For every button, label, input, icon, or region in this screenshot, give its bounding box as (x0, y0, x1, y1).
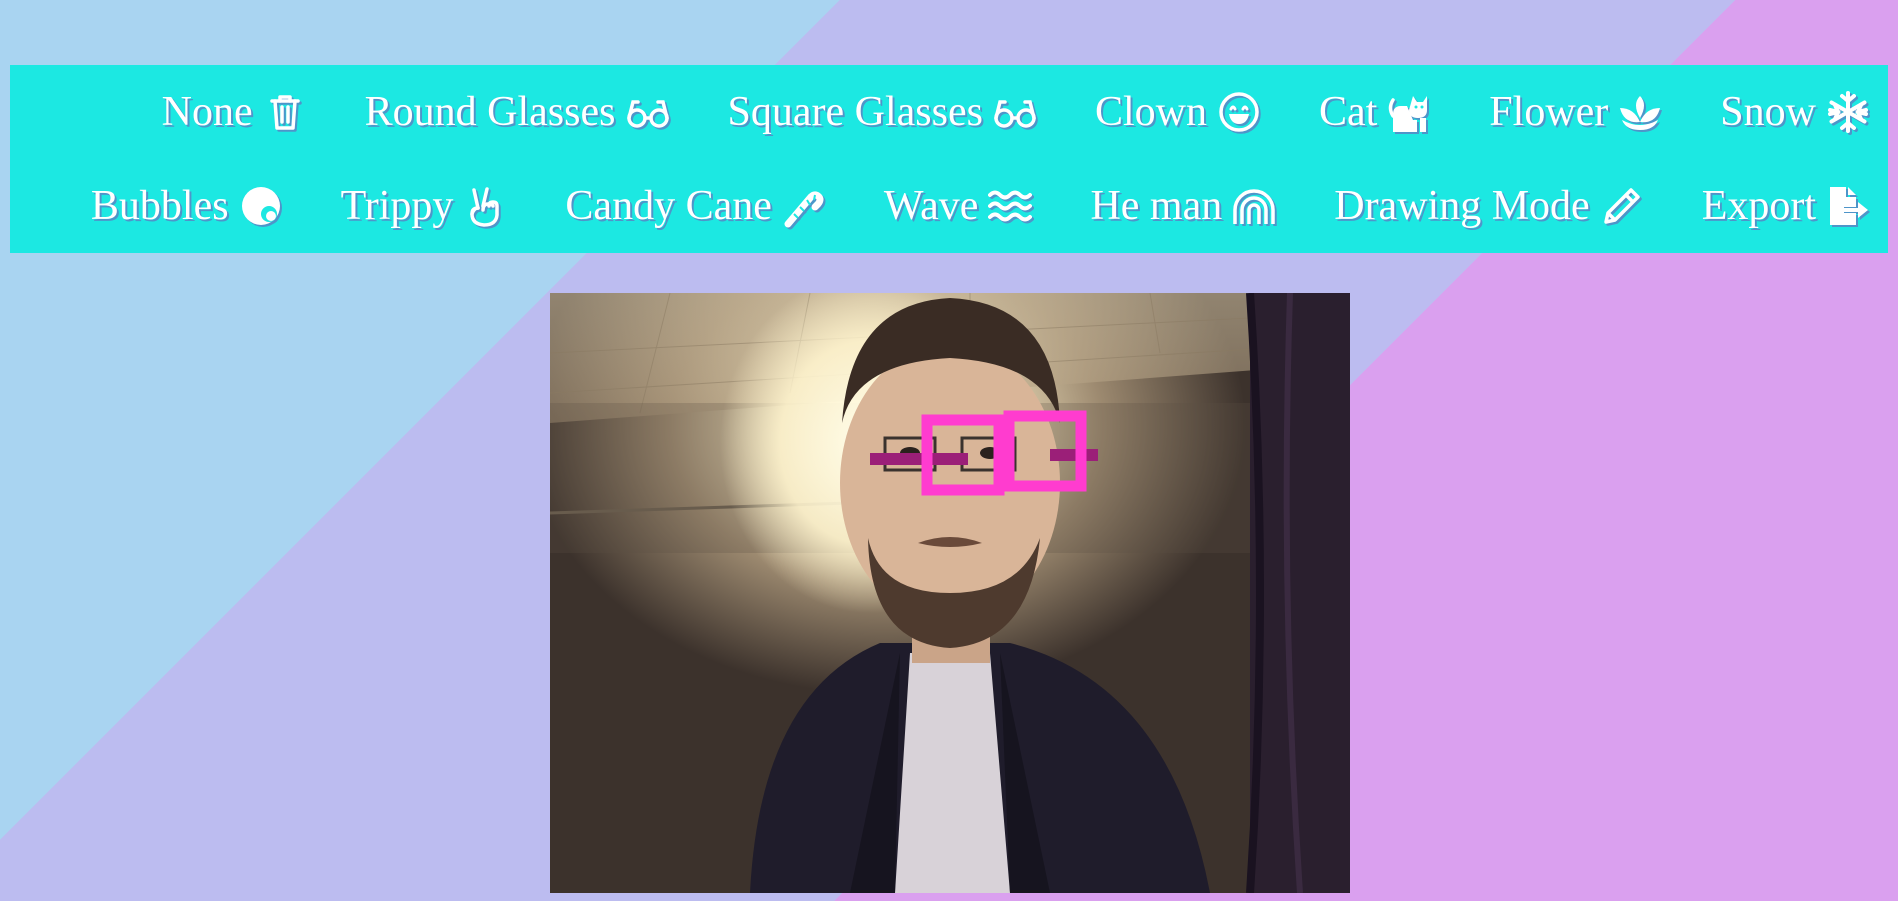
glasses-icon (993, 90, 1037, 134)
webcam-video (550, 293, 1350, 893)
wave-button[interactable]: Wave (884, 182, 1033, 230)
drawing-mode-button[interactable]: Drawing Mode (1334, 182, 1643, 230)
peace-hand-icon (463, 184, 507, 228)
snow-button[interactable]: Snow (1720, 88, 1870, 136)
round-glasses-button[interactable]: Round Glasses (365, 88, 670, 136)
wave-label: Wave (883, 183, 979, 229)
snow-label: Snow (1720, 89, 1816, 135)
drawing-mode-label: Drawing Mode (1334, 183, 1590, 229)
snowflake-icon (1826, 90, 1870, 134)
candy-cane-button[interactable]: Candy Cane (565, 182, 825, 230)
filter-toolbar: None Round Glasses Square Glasses Clown … (10, 65, 1888, 253)
bubbles-label: Bubbles (90, 183, 229, 229)
trash-icon (263, 90, 307, 134)
pencil-icon (1600, 184, 1644, 228)
cat-label: Cat (1318, 89, 1378, 135)
water-icon (988, 184, 1033, 228)
bubble-icon (239, 184, 283, 228)
export-button[interactable]: Export (1702, 182, 1870, 230)
toolbar-row-1: None Round Glasses Square Glasses Clown … (10, 65, 1888, 159)
candy-cane-icon (782, 184, 826, 228)
he-man-label: He man (1090, 183, 1223, 229)
he-man-button[interactable]: He man (1090, 182, 1276, 230)
smile-icon (1217, 90, 1261, 134)
trippy-button[interactable]: Trippy (341, 182, 508, 230)
glasses-icon (626, 90, 670, 134)
cat-icon (1387, 90, 1431, 134)
square-glasses-label: Square Glasses (727, 89, 983, 135)
bubbles-button[interactable]: Bubbles (91, 182, 283, 230)
export-label: Export (1701, 183, 1816, 229)
file-export-icon (1826, 184, 1870, 228)
round-glasses-label: Round Glasses (364, 89, 616, 135)
clown-label: Clown (1094, 89, 1207, 135)
candy-cane-label: Candy Cane (565, 183, 772, 229)
lotus-icon (1618, 90, 1662, 134)
trippy-label: Trippy (340, 183, 454, 229)
none-label: None (161, 89, 253, 135)
toolbar-row-2: Bubbles Trippy Candy Cane Wave He man Dr… (10, 159, 1888, 253)
cat-button[interactable]: Cat (1319, 88, 1431, 136)
flower-button[interactable]: Flower (1489, 88, 1662, 136)
webcam-frame (550, 293, 1350, 893)
clown-button[interactable]: Clown (1095, 88, 1261, 136)
square-glasses-button[interactable]: Square Glasses (728, 88, 1037, 136)
rainbow-icon (1232, 184, 1276, 228)
flower-label: Flower (1489, 89, 1609, 135)
none-button[interactable]: None (162, 88, 307, 136)
